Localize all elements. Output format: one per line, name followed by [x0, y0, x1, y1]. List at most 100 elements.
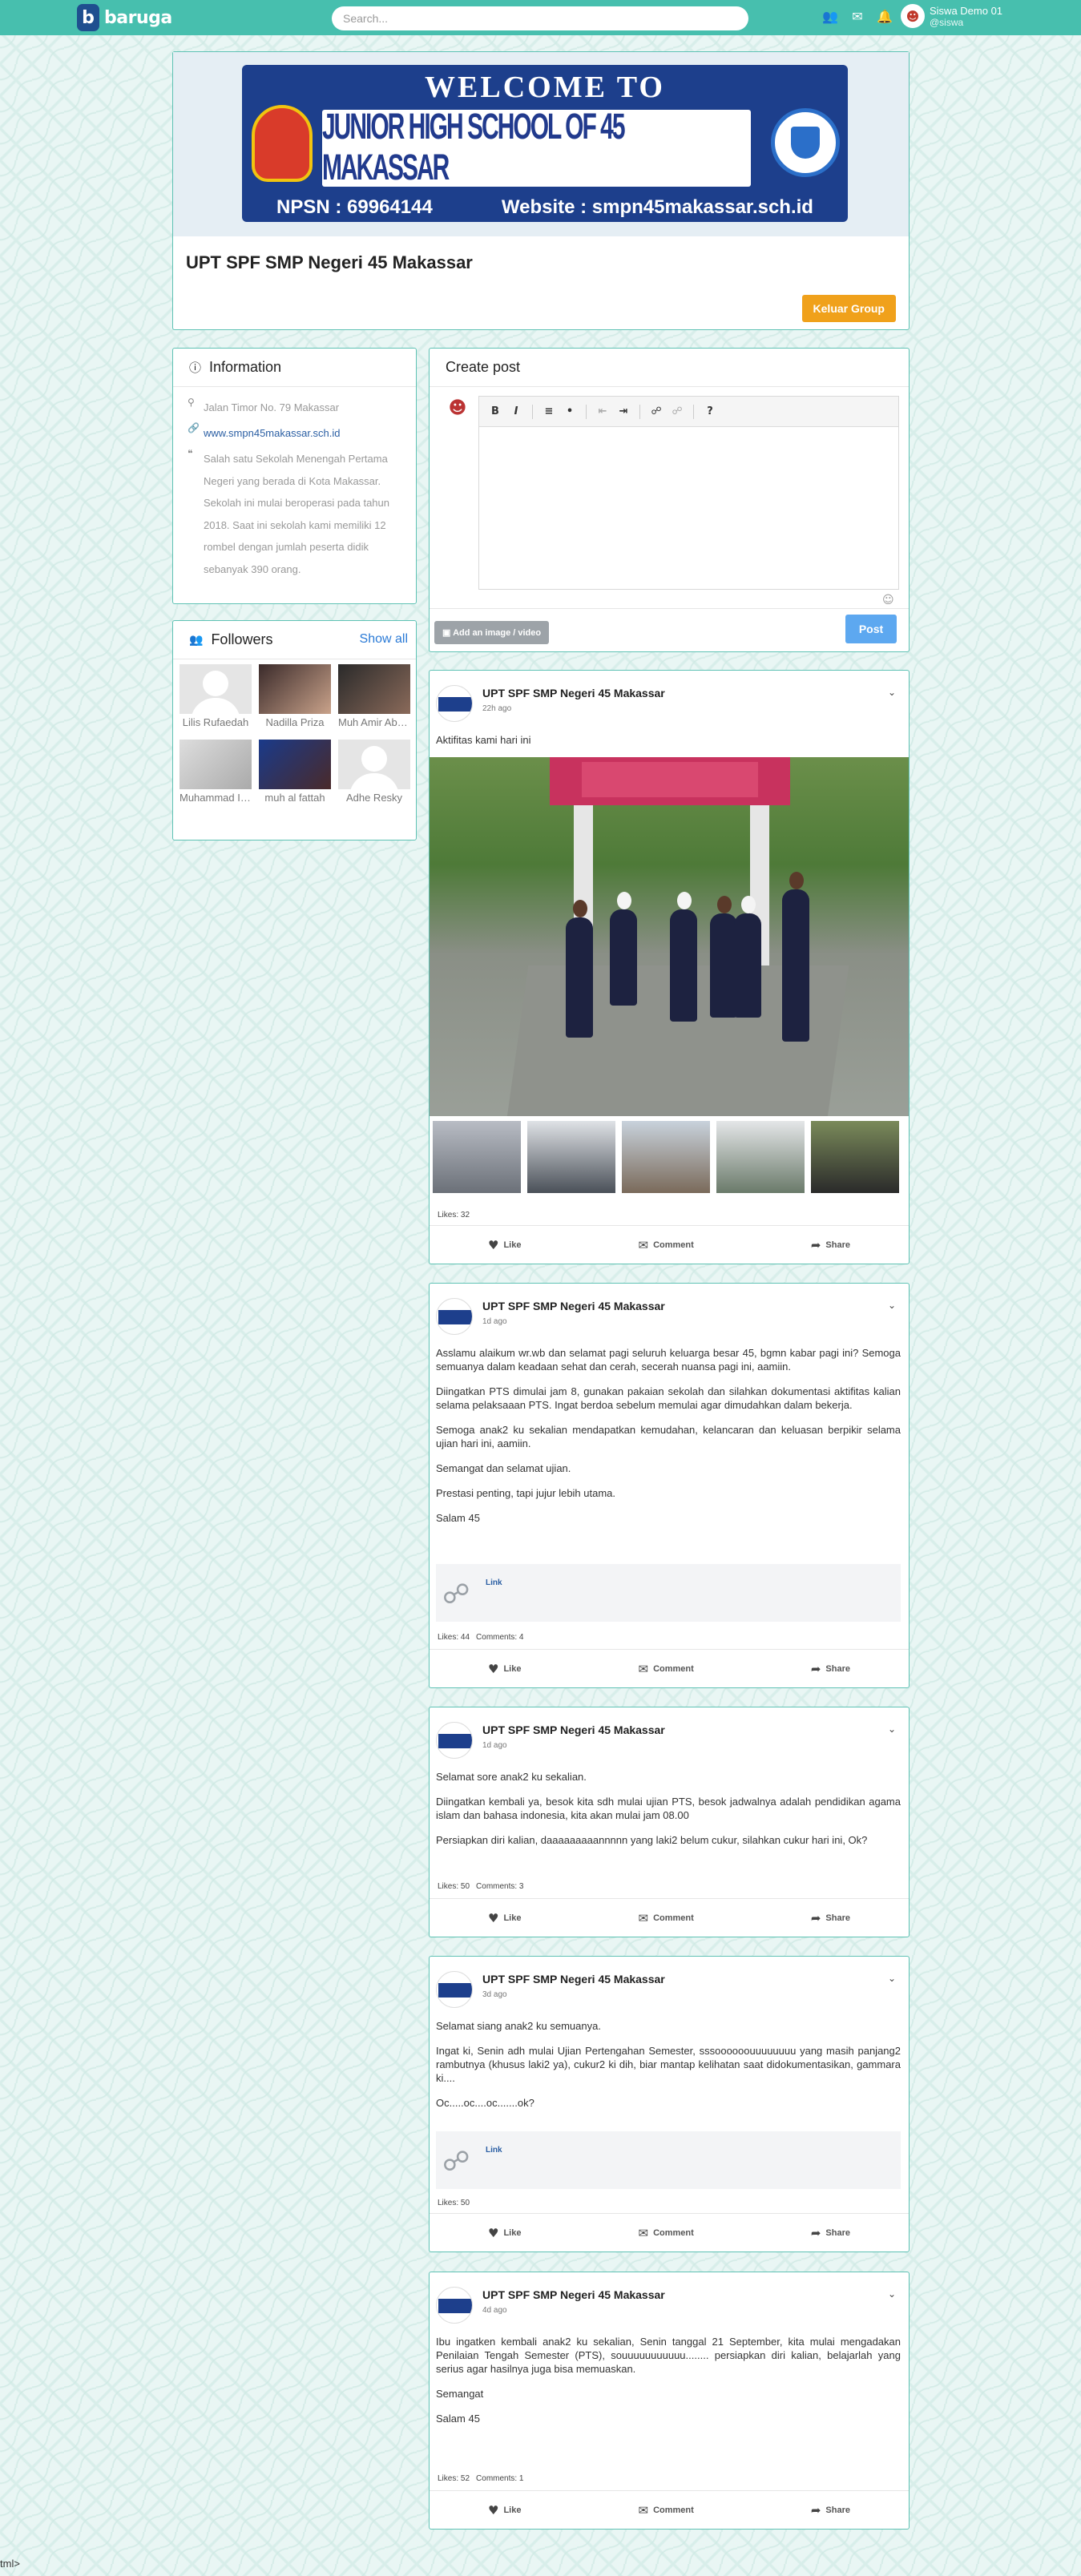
banner-school-name: JUNIOR HIGH SCHOOL OF 45 MAKASSAR: [322, 107, 751, 188]
follower-name[interactable]: Muhammad Ibnu: [179, 792, 252, 804]
avatar[interactable]: [179, 740, 252, 789]
post-paragraph: Diingatkan PTS dimulai jam 8, gunakan pa…: [436, 1385, 901, 1411]
avatar[interactable]: [259, 664, 331, 714]
mail-icon[interactable]: ✉: [849, 9, 865, 25]
numbered-list-icon[interactable]: ≡: [541, 404, 557, 420]
post-author[interactable]: UPT SPF SMP Negeri 45 Makassar: [482, 2288, 665, 2301]
avatar[interactable]: [436, 1722, 473, 1759]
like-label: Like: [503, 1663, 522, 1674]
avatar[interactable]: [436, 2287, 473, 2324]
avatar[interactable]: [436, 685, 473, 722]
chevron-down-icon[interactable]: ⌄: [888, 2288, 896, 2300]
like-button[interactable]: ♥ Like: [488, 2226, 521, 2240]
comment-button[interactable]: ✉ Comment: [638, 2226, 693, 2240]
photo-thumbnail[interactable]: [433, 1121, 521, 1193]
likes-count[interactable]: Likes: 50: [438, 1882, 470, 1891]
avatar[interactable]: [436, 1971, 473, 2008]
post-author[interactable]: UPT SPF SMP Negeri 45 Makassar: [482, 1300, 665, 1312]
post-editor[interactable]: B I ≡ • ⇤ ⇥ ☍ ☍ ?: [478, 396, 899, 590]
likes-count[interactable]: Likes: 50: [438, 2199, 470, 2207]
outdent-icon[interactable]: ⇤: [595, 404, 611, 420]
avatar[interactable]: [259, 740, 331, 789]
create-post-header: Create post: [430, 349, 909, 387]
share-button[interactable]: ➦ Share: [811, 1238, 850, 1252]
photo-thumbnail[interactable]: [527, 1121, 615, 1193]
likes-count[interactable]: Likes: 44: [438, 1633, 470, 1642]
indent-icon[interactable]: ⇥: [615, 404, 631, 420]
chevron-down-icon[interactable]: ⌄: [888, 1300, 896, 1311]
chevron-down-icon[interactable]: ⌄: [888, 1723, 896, 1735]
logo-text: baruga: [104, 7, 172, 28]
link-label[interactable]: Link: [486, 1578, 502, 1587]
link-preview[interactable]: ☍ Link: [436, 2131, 901, 2189]
like-button[interactable]: ♥ Like: [488, 1662, 521, 1676]
share-button[interactable]: ➦ Share: [811, 1911, 850, 1925]
editor-textarea[interactable]: [479, 427, 898, 589]
follower-name[interactable]: muh al fattah: [259, 792, 331, 804]
follower-item[interactable]: Muhammad Ibnu: [179, 740, 252, 804]
comment-button[interactable]: ✉ Comment: [638, 1911, 693, 1925]
comments-count[interactable]: Comments: 3: [476, 1882, 523, 1891]
follower-item[interactable]: Adhe Resky: [338, 740, 410, 804]
website-link[interactable]: www.smpn45makassar.sch.id: [204, 422, 341, 445]
leave-group-button[interactable]: Keluar Group: [801, 295, 896, 322]
post-paragraph: Semoga anak2 ku sekalian mendapatkan kem…: [436, 1424, 901, 1449]
avatar[interactable]: [179, 664, 252, 714]
chevron-down-icon[interactable]: ⌄: [888, 1973, 896, 1984]
comments-count[interactable]: Comments: 4: [476, 1633, 523, 1642]
photo-thumbnail[interactable]: [811, 1121, 899, 1193]
likes-count[interactable]: Likes: 32: [438, 1211, 470, 1219]
post-stats: Likes: 50 Comments: 3: [438, 1882, 530, 1891]
add-media-button[interactable]: ▣ Add an image / video: [434, 621, 550, 644]
italic-icon[interactable]: I: [508, 404, 524, 420]
show-all-link[interactable]: Show all: [360, 632, 408, 647]
follower-name[interactable]: Muh Amir Abbas: [338, 716, 410, 728]
link-preview[interactable]: ☍ Link: [436, 1564, 901, 1622]
post-button[interactable]: Post: [845, 615, 897, 643]
bullet-list-icon[interactable]: •: [562, 404, 578, 420]
like-button[interactable]: ♥ Like: [488, 1911, 521, 1925]
follower-item[interactable]: Lilis Rufaedah: [179, 664, 252, 728]
bold-icon[interactable]: B: [487, 404, 503, 420]
post-author[interactable]: UPT SPF SMP Negeri 45 Makassar: [482, 1973, 665, 1985]
link-icon[interactable]: ☍: [648, 404, 664, 420]
followers-card: 👥 Followers Show all Lilis Rufaedah Nadi…: [172, 620, 417, 841]
link-label[interactable]: Link: [486, 2146, 502, 2155]
avatar[interactable]: [338, 664, 410, 714]
information-title: Information: [209, 359, 282, 375]
like-button[interactable]: ♥ Like: [488, 1238, 521, 1252]
like-button[interactable]: ♥ Like: [488, 2503, 521, 2518]
users-icon[interactable]: 👥: [822, 9, 838, 25]
search-input[interactable]: [332, 6, 748, 30]
avatar[interactable]: [338, 740, 410, 789]
avatar[interactable]: ☻: [901, 4, 925, 28]
comment-button[interactable]: ✉ Comment: [638, 1662, 693, 1676]
unlink-icon[interactable]: ☍: [669, 404, 685, 420]
comments-count[interactable]: Comments: 1: [476, 2474, 523, 2483]
follower-item[interactable]: muh al fattah: [259, 740, 331, 804]
chevron-down-icon[interactable]: ⌄: [888, 687, 896, 698]
emoji-icon[interactable]: ☺: [882, 594, 894, 607]
help-icon[interactable]: ?: [702, 404, 718, 420]
follower-name[interactable]: Adhe Resky: [338, 792, 410, 804]
follower-name[interactable]: Nadilla Priza: [259, 716, 331, 728]
share-button[interactable]: ➦ Share: [811, 1662, 850, 1676]
follower-item[interactable]: Muh Amir Abbas: [338, 664, 410, 728]
follower-item[interactable]: Nadilla Priza: [259, 664, 331, 728]
post-photo[interactable]: [430, 757, 909, 1116]
photo-thumbnail[interactable]: [716, 1121, 805, 1193]
brand-logo[interactable]: b baruga: [77, 4, 172, 31]
photo-thumbnail[interactable]: [622, 1121, 710, 1193]
follower-name[interactable]: Lilis Rufaedah: [179, 716, 252, 728]
comment-button[interactable]: ✉ Comment: [638, 1238, 693, 1252]
share-button[interactable]: ➦ Share: [811, 2503, 850, 2518]
post-author[interactable]: UPT SPF SMP Negeri 45 Makassar: [482, 1723, 665, 1736]
banner-image: WELCOME TO JUNIOR HIGH SCHOOL OF 45 MAKA…: [242, 65, 848, 222]
bell-icon[interactable]: 🔔: [877, 9, 893, 25]
avatar[interactable]: [436, 1298, 473, 1335]
post-author[interactable]: UPT SPF SMP Negeri 45 Makassar: [482, 687, 665, 699]
likes-count[interactable]: Likes: 52: [438, 2474, 470, 2483]
share-button[interactable]: ➦ Share: [811, 2226, 850, 2240]
user-menu[interactable]: ☻ Siswa Demo 01 @siswa: [901, 4, 1002, 28]
comment-button[interactable]: ✉ Comment: [638, 2503, 693, 2518]
